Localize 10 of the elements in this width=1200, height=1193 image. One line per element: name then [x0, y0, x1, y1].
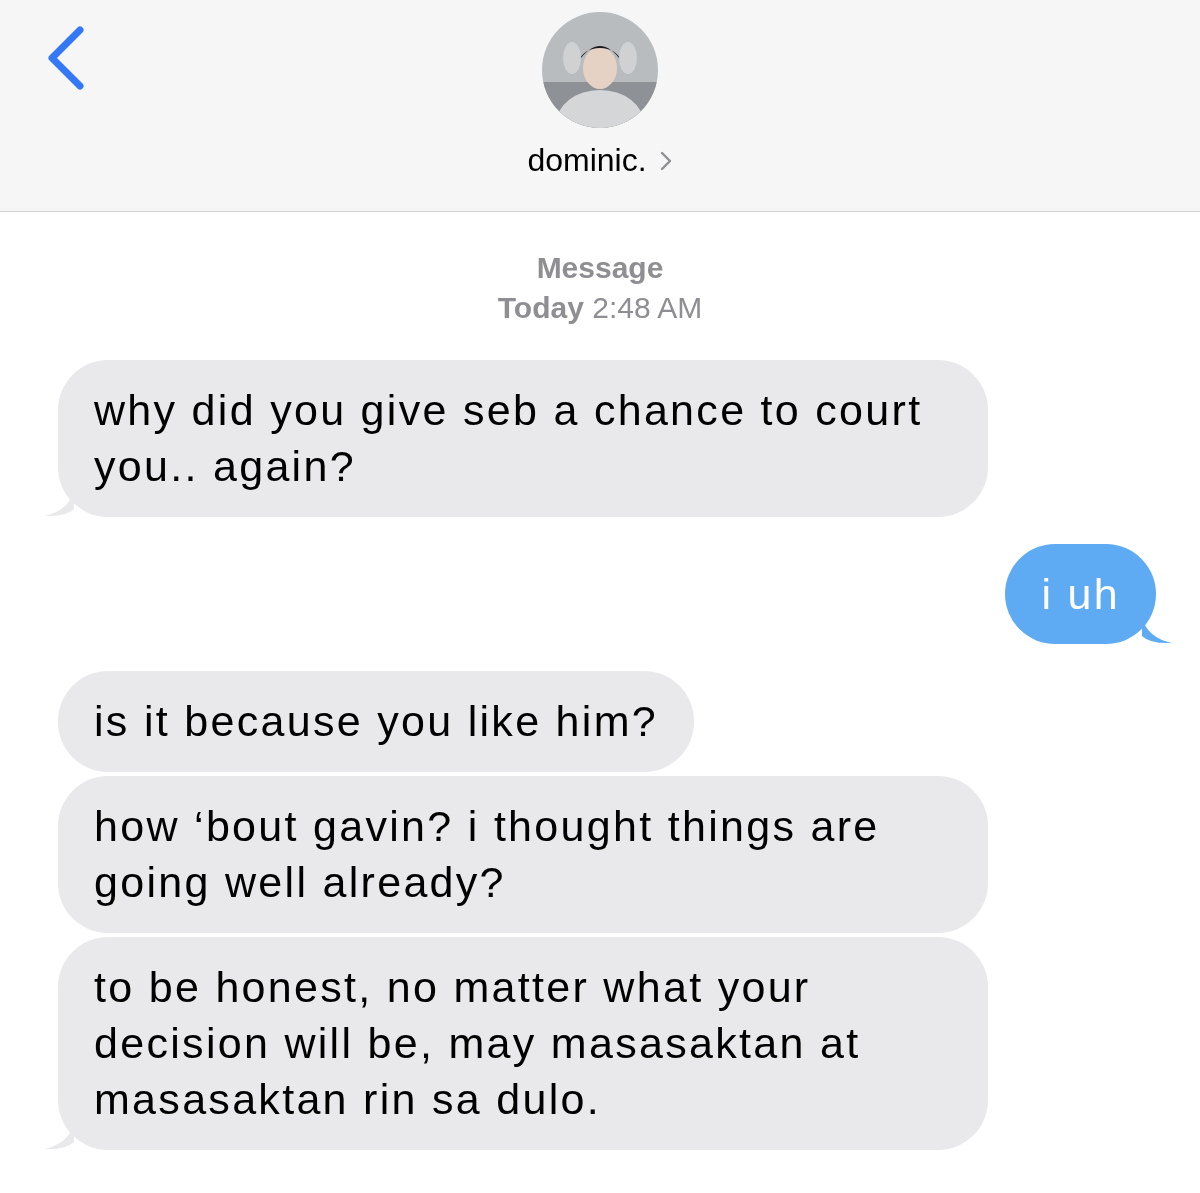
- message-bubble: to be honest, no matter what your decision will be, may masasaktan at masasaktan rin sa dulo.: [58, 937, 988, 1150]
- contact-name[interactable]: dominic.: [527, 142, 673, 179]
- message-bubble: i uh: [1005, 544, 1156, 644]
- message-bubble: is it because you like him?: [58, 671, 694, 772]
- back-chevron-icon[interactable]: [46, 26, 86, 90]
- message-bubble: why did you give seb a chance to court you.. again?: [58, 360, 988, 517]
- timestamp: Today 2:48 AM: [496, 290, 704, 326]
- service-label: Message: [535, 250, 665, 286]
- message-bubble: how ‘bout gavin? i thought things are going well already?: [58, 776, 988, 933]
- chevron-right-icon: [658, 149, 673, 172]
